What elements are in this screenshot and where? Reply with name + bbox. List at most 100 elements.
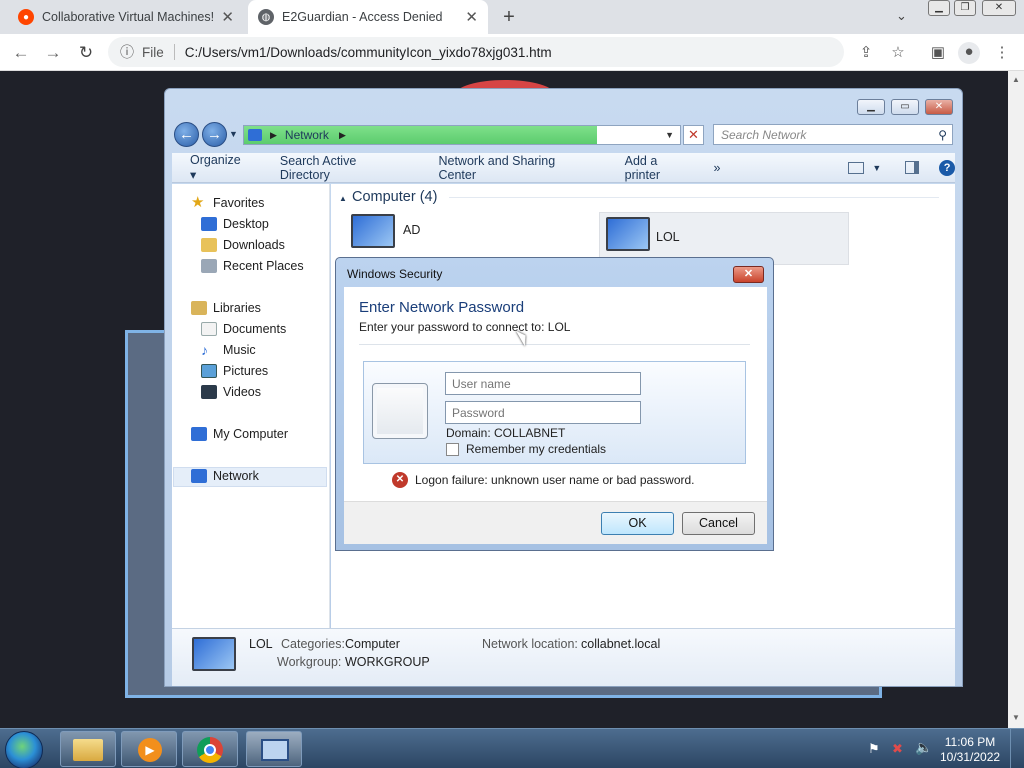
recent-places-icon <box>201 259 217 273</box>
nav-videos[interactable]: Videos <box>201 385 261 399</box>
details-netloc-label: Network location: <box>482 637 578 651</box>
network-icon <box>248 129 262 141</box>
network-window-icon <box>261 739 289 761</box>
details-name: LOL <box>249 637 273 651</box>
nav-label: My Computer <box>213 427 289 441</box>
ok-button[interactable]: OK <box>601 512 674 535</box>
taskbar-network-button[interactable] <box>246 731 302 767</box>
organize-menu[interactable]: Organize ▾ <box>190 153 250 182</box>
breadcrumb-arrow-icon[interactable]: ▶ <box>339 130 346 141</box>
username-input[interactable] <box>445 372 641 395</box>
stop-loading-icon[interactable]: ✕ <box>683 125 704 145</box>
side-panel-icon[interactable]: ▣ <box>928 43 948 63</box>
explorer-back-button[interactable]: ← <box>174 122 199 147</box>
computer-item-ad[interactable]: AD <box>349 214 589 248</box>
password-input[interactable] <box>445 401 641 424</box>
volume-icon[interactable]: 🔈 <box>915 739 932 756</box>
details-netloc-value: collabnet.local <box>581 637 661 651</box>
tab-collaborative-vms[interactable]: ● Collaborative Virtual Machines! ✕ <box>8 0 244 34</box>
scroll-up-icon[interactable]: ▲ <box>1012 75 1020 84</box>
music-icon: ♪ <box>201 342 208 358</box>
remember-checkbox[interactable] <box>446 443 459 456</box>
nav-documents[interactable]: Documents <box>201 322 286 336</box>
profile-avatar-icon[interactable]: ● <box>958 42 980 64</box>
nav-recent-places[interactable]: Recent Places <box>201 259 304 273</box>
breadcrumb-network[interactable]: Network <box>285 128 329 142</box>
scroll-down-icon[interactable]: ▼ <box>1012 713 1020 722</box>
taskbar-media-player-button[interactable]: ▶ <box>121 731 177 767</box>
explorer-address-bar[interactable]: ▶ Network ▶ ▼ <box>243 125 681 145</box>
tab-e2guardian[interactable]: ◍ E2Guardian - Access Denied ✕ <box>248 0 488 34</box>
view-dropdown-icon[interactable]: ▼ <box>872 163 881 173</box>
info-icon[interactable]: ⓘ <box>120 42 134 62</box>
share-icon[interactable]: ⇪ <box>856 43 876 63</box>
help-icon[interactable]: ? <box>939 159 955 176</box>
network-sharing-center-button[interactable]: Network and Sharing Center <box>438 154 594 182</box>
address-bar[interactable]: ⓘ File C:/Users/vm1/Downloads/communityI… <box>108 37 844 67</box>
preview-pane-icon[interactable] <box>905 161 920 174</box>
explorer-maximize-button[interactable]: ▭ <box>891 99 919 115</box>
tab-close-icon[interactable]: ✕ <box>221 8 234 26</box>
nav-desktop[interactable]: Desktop <box>201 217 269 231</box>
details-categories-label: Categories: <box>281 637 345 651</box>
address-dropdown-icon[interactable]: ▼ <box>665 130 674 140</box>
clock-date: 10/31/2022 <box>940 750 1001 764</box>
nav-downloads[interactable]: Downloads <box>201 238 285 252</box>
recent-pages-chevron-icon[interactable]: ▼ <box>229 129 238 139</box>
view-options-icon[interactable] <box>848 161 865 174</box>
start-button[interactable] <box>5 731 43 768</box>
taskbar-clock[interactable]: 11:06 PM 10/31/2022 <box>940 735 1000 765</box>
error-icon: ✕ <box>392 472 408 488</box>
computer-icon <box>191 427 207 441</box>
nav-my-computer[interactable]: My Computer <box>191 427 288 441</box>
globe-icon: ◍ <box>258 9 274 25</box>
taskbar-explorer-button[interactable] <box>60 731 116 767</box>
taskbar-chrome-button[interactable] <box>182 731 238 767</box>
folder-icon <box>73 739 103 761</box>
show-desktop-button[interactable] <box>1010 729 1024 768</box>
nav-pictures[interactable]: Pictures <box>201 364 268 378</box>
group-divider <box>449 197 939 198</box>
menu-kebab-icon[interactable]: ⋮ <box>992 43 1012 63</box>
reload-icon[interactable]: ↻ <box>75 42 97 64</box>
minimize-window-button[interactable]: ▁ <box>928 0 950 16</box>
nav-favorites[interactable]: ★ Favorites <box>191 195 264 210</box>
explorer-forward-button[interactable]: → <box>202 122 227 147</box>
computer-icon <box>192 637 236 671</box>
media-player-icon: ▶ <box>138 738 162 762</box>
dialog-divider <box>359 344 750 345</box>
cancel-button[interactable]: Cancel <box>682 512 755 535</box>
new-tab-button[interactable]: + <box>498 6 520 28</box>
network-status-icon[interactable]: ✖ <box>892 741 903 757</box>
chrome-icon <box>197 737 223 763</box>
dialog-title: Windows Security <box>347 267 443 281</box>
user-tile-icon[interactable] <box>372 383 428 439</box>
search-icon[interactable]: ⚲ <box>938 128 947 142</box>
search-active-directory-button[interactable]: Search Active Directory <box>280 154 409 182</box>
explorer-close-button[interactable]: ✕ <box>925 99 953 115</box>
tab-search-chevron-icon[interactable]: ⌄ <box>896 8 907 24</box>
group-collapse-icon[interactable]: ▲ <box>339 194 347 203</box>
back-arrow-icon[interactable]: ← <box>10 42 32 64</box>
nav-music[interactable]: ♪ Music <box>201 343 256 357</box>
documents-icon <box>201 322 217 336</box>
nav-network[interactable]: Network <box>191 469 259 483</box>
nav-libraries[interactable]: Libraries <box>191 301 261 315</box>
dialog-subheading: Enter your password to connect to: LOL <box>359 320 571 334</box>
more-commands-button[interactable]: » <box>714 161 721 175</box>
tab-close-icon[interactable]: ✕ <box>465 8 478 26</box>
bookmark-star-icon[interactable]: ☆ <box>888 43 908 63</box>
remember-label[interactable]: Remember my credentials <box>466 442 606 456</box>
action-center-icon[interactable]: ⚑ <box>868 741 880 757</box>
add-printer-button[interactable]: Add a printer <box>625 154 696 182</box>
page-scrollbar[interactable]: ▲ ▼ <box>1008 71 1024 728</box>
close-window-button[interactable]: ✕ <box>982 0 1016 16</box>
restore-window-button[interactable]: ❐ <box>954 0 976 16</box>
forward-arrow-icon[interactable]: → <box>42 42 64 64</box>
chrome-center <box>204 744 216 756</box>
breadcrumb-arrow-icon[interactable]: ▶ <box>270 130 277 141</box>
desktop-icon <box>201 217 217 231</box>
dialog-close-button[interactable]: ✕ <box>733 266 764 283</box>
explorer-search-input[interactable]: Search Network ⚲ <box>713 124 953 145</box>
explorer-minimize-button[interactable]: ▁ <box>857 99 885 115</box>
